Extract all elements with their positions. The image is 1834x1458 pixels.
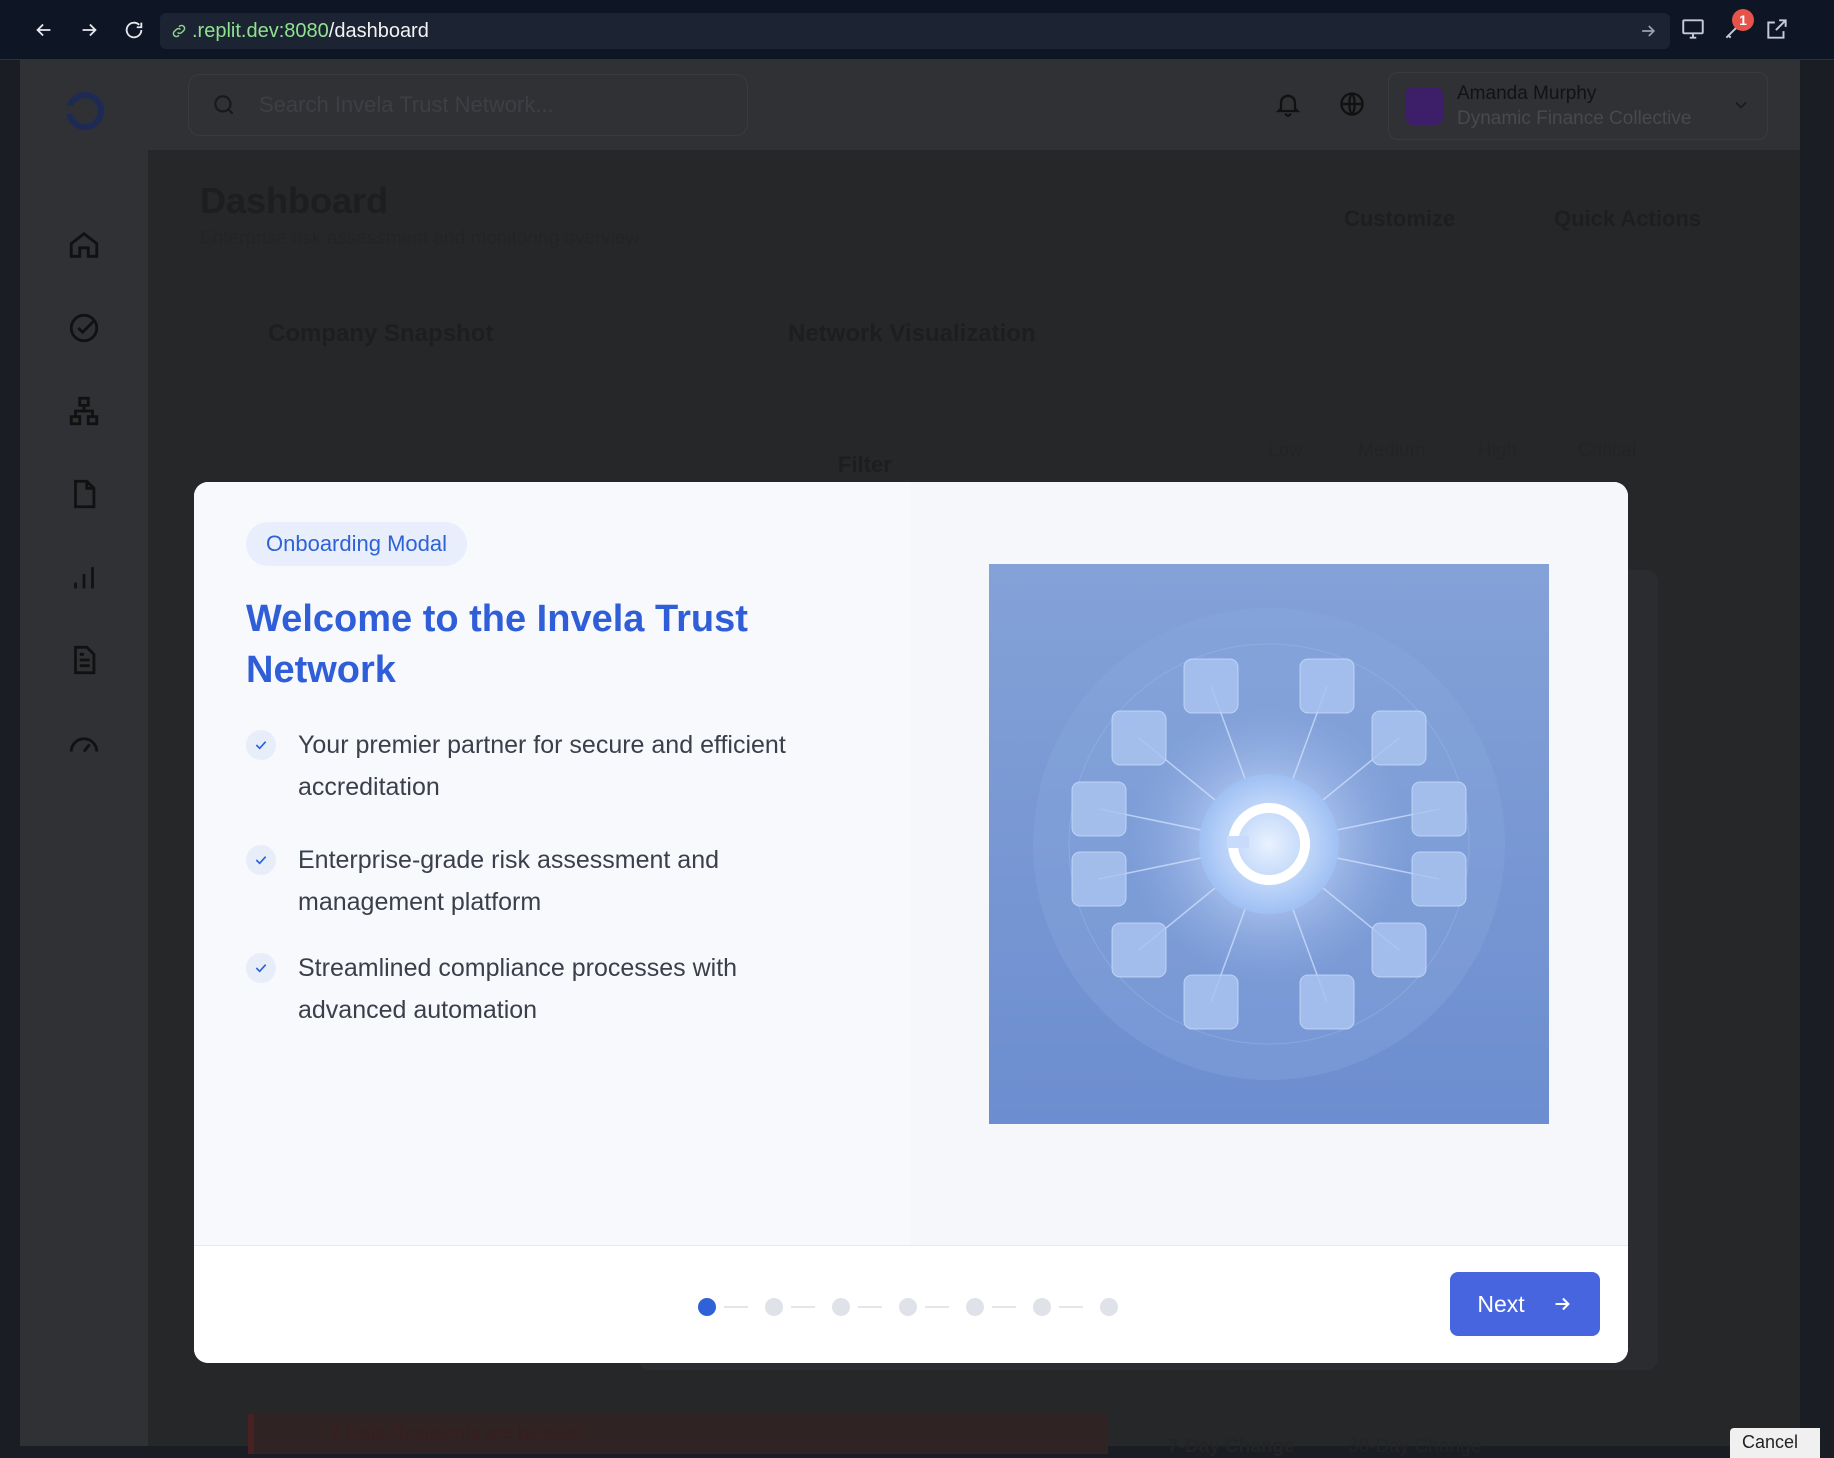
- search-input[interactable]: Search Invela Trust Network...: [188, 74, 748, 136]
- step-connector: [992, 1306, 1016, 1308]
- legend-high: High: [1478, 440, 1518, 461]
- step-dot[interactable]: [832, 1298, 850, 1316]
- change-7d-label: 7-Day Change: [1168, 1436, 1295, 1457]
- step-connector: [858, 1306, 882, 1308]
- feature-item: Your premier partner for secure and effi…: [246, 730, 846, 808]
- legend-critical: Critical: [1578, 440, 1637, 461]
- check-icon: [246, 953, 276, 983]
- page-title: Dashboard: [200, 180, 389, 221]
- gauge-icon[interactable]: [67, 726, 101, 760]
- arrow-right-icon: [1555, 1297, 1570, 1311]
- legend-medium: Medium: [1358, 440, 1426, 461]
- reload-icon[interactable]: [118, 14, 150, 46]
- user-org: Dynamic Finance Collective: [1457, 108, 1692, 129]
- top-bar: Search Invela Trust Network... Amanda Mu…: [148, 60, 1800, 150]
- step-dot[interactable]: [899, 1298, 917, 1316]
- legend-low: Low: [1268, 440, 1303, 461]
- user-menu[interactable]: Amanda Murphy Dynamic Finance Collective: [1388, 72, 1768, 140]
- alert-text: 2 Data Recipients are blocked: [330, 1423, 584, 1444]
- link-icon: [172, 24, 186, 38]
- modal-title: Welcome to the Invela Trust Network: [246, 598, 748, 691]
- globe-icon[interactable]: [1338, 90, 1366, 118]
- feature-item: Enterprise-grade risk assessment and man…: [246, 845, 846, 923]
- modal-content-left: Onboarding Modal Welcome to the Invela T…: [194, 482, 910, 1245]
- go-arrow-icon[interactable]: [1638, 21, 1658, 41]
- modal-footer: Next: [194, 1245, 1628, 1363]
- check-icon: [246, 845, 276, 875]
- check-icon: [246, 730, 276, 760]
- feature-item: Streamlined compliance processes with ad…: [246, 953, 846, 1031]
- page-subtitle: Enterprise risk assessment and monitorin…: [200, 228, 640, 249]
- alert-banner: 2 Data Recipients are blocked: [248, 1414, 1108, 1454]
- filter-button[interactable]: Filter: [838, 452, 892, 478]
- step-connector: [724, 1306, 748, 1308]
- search-icon: [214, 95, 234, 115]
- notification-badge: 1: [1732, 9, 1754, 31]
- document-icon[interactable]: [67, 643, 101, 677]
- company-snapshot-heading: Company Snapshot: [268, 320, 494, 347]
- step-dot[interactable]: [765, 1298, 783, 1316]
- next-label: Next: [1477, 1290, 1525, 1317]
- chevron-down-icon: [1735, 101, 1747, 109]
- customize-button[interactable]: Customize: [1344, 206, 1455, 232]
- back-icon[interactable]: [28, 14, 60, 46]
- step-dot-active[interactable]: [698, 1298, 716, 1316]
- bank-avatar-icon: [1405, 87, 1443, 125]
- open-external-icon[interactable]: [1764, 16, 1790, 42]
- bell-icon[interactable]: [1274, 90, 1302, 118]
- feature-text: Streamlined compliance processes with ad…: [298, 954, 738, 1024]
- browser-toolbar: .replit.dev:8080/dashboard 1: [0, 0, 1834, 60]
- network-illustration: [989, 564, 1549, 1124]
- forward-icon[interactable]: [73, 14, 105, 46]
- invela-logo-icon: [66, 92, 104, 130]
- quick-actions-button[interactable]: Quick Actions: [1554, 206, 1701, 232]
- search-placeholder: Search Invela Trust Network...: [259, 92, 554, 117]
- monitor-icon[interactable]: [1680, 16, 1706, 42]
- file-icon[interactable]: [67, 477, 101, 511]
- sidebar: [20, 60, 148, 1446]
- home-icon[interactable]: [67, 228, 101, 262]
- step-dot[interactable]: [1100, 1298, 1118, 1316]
- cancel-tooltip[interactable]: Cancel: [1730, 1428, 1820, 1458]
- step-connector: [1059, 1306, 1083, 1308]
- task-check-icon[interactable]: [67, 311, 101, 345]
- step-dot[interactable]: [1033, 1298, 1051, 1316]
- network-icon[interactable]: [67, 394, 101, 428]
- user-name: Amanda Murphy: [1457, 83, 1597, 104]
- step-dot[interactable]: [966, 1298, 984, 1316]
- onboarding-modal: Onboarding Modal Welcome to the Invela T…: [194, 482, 1628, 1363]
- address-bar[interactable]: .replit.dev:8080/dashboard: [160, 13, 1670, 49]
- feature-text: Your premier partner for secure and effi…: [298, 731, 786, 801]
- modal-tag: Onboarding Modal: [246, 522, 468, 566]
- network-visualization-heading: Network Visualization: [788, 320, 1036, 347]
- step-connector: [791, 1306, 815, 1308]
- bar-chart-icon[interactable]: [67, 560, 101, 594]
- next-button[interactable]: Next: [1450, 1272, 1600, 1336]
- change-30d-label: 30-Day Change: [1348, 1436, 1482, 1457]
- url-host: .replit.dev:8080: [192, 19, 329, 42]
- feature-text: Enterprise-grade risk assessment and man…: [298, 846, 720, 916]
- step-connector: [925, 1306, 949, 1308]
- url-path: /dashboard: [328, 19, 429, 42]
